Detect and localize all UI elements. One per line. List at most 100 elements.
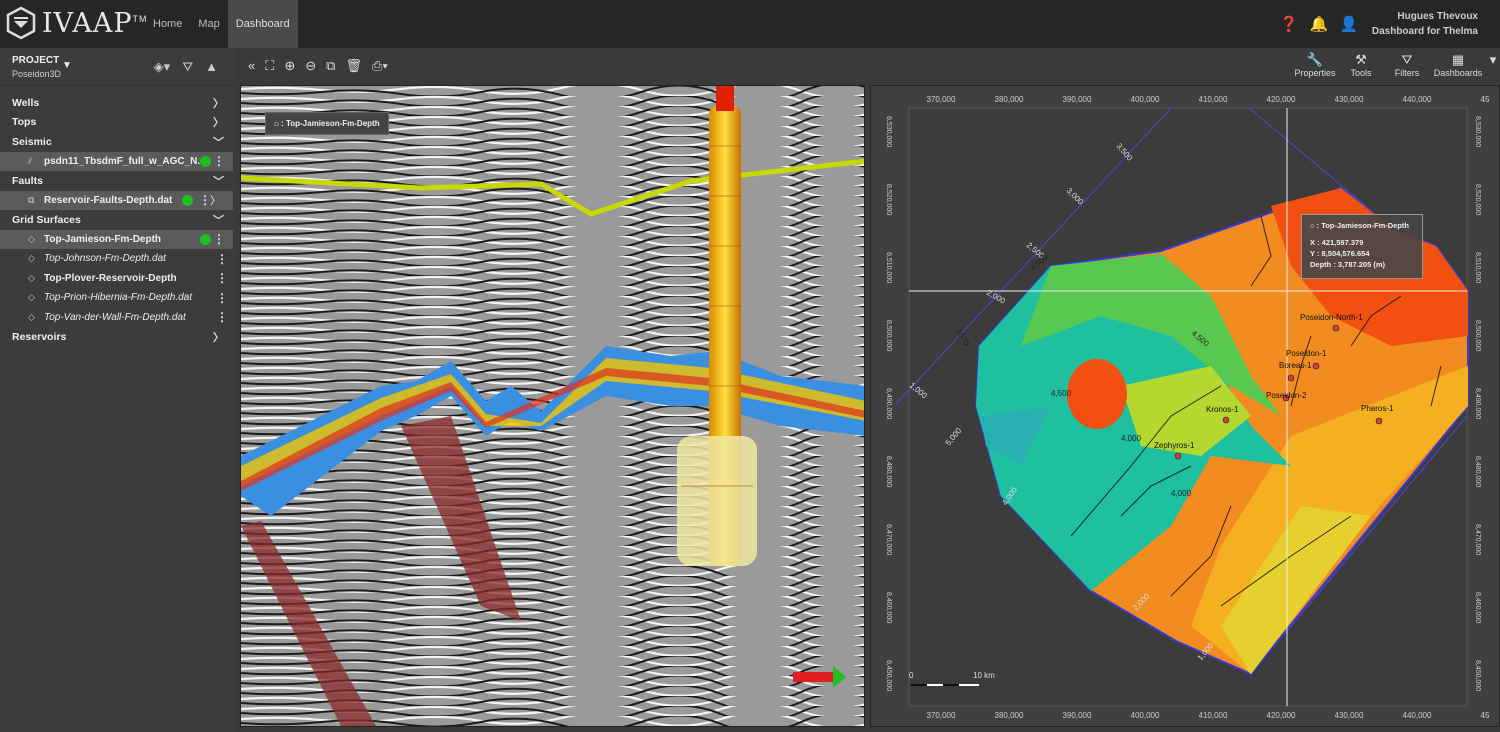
fault-icon: ⧉ (28, 194, 35, 205)
chevron-right-icon: 〉 (213, 97, 224, 110)
surface-label: ⌂ : Top-Jamieson-Fm-Depth (265, 112, 389, 135)
tree-section-wells[interactable]: Wells 〉 (0, 93, 236, 113)
tree-item-seismic[interactable]: ⫽ psdn11_TbsdmF_full_w_AGC_N... ⋮ (0, 151, 233, 171)
surface-icon: ◇ (28, 253, 35, 264)
nav-dashboard[interactable]: Dashboard (227, 0, 298, 48)
tools-button[interactable]: ⚒ Tools (1338, 52, 1384, 78)
more-icon[interactable]: ⋮ (213, 154, 225, 168)
x-tick-label: 45 (1481, 711, 1490, 720)
surface-icon: ◇ (28, 233, 35, 244)
more-icon[interactable]: ⋮ (216, 310, 228, 324)
dashboards-button[interactable]: ▦ Dashboards (1430, 52, 1486, 78)
tree-item-surface[interactable]: ◇ Top-Plover-Reservoir-Depth ⋮ (0, 269, 236, 289)
y-tick-label: 8,480,000 (885, 456, 892, 487)
nav-map[interactable]: Map (190, 0, 227, 48)
trash-icon[interactable]: 🗑 (345, 58, 362, 74)
more-icon[interactable]: ⋮ (216, 252, 228, 266)
tree-item-surface[interactable]: ◇ Top-Jamieson-Fm-Depth ⋮ (0, 229, 233, 249)
tree-item-surface[interactable]: ◇ Top-Prion-Hibernia-Fm-Depth.dat ⋮ (0, 288, 236, 308)
view-tools: « ⛶ ⊕ ⊖ ⧉ 🗑 ⎙▾ (248, 58, 388, 74)
collapse-up-icon[interactable]: ▲ (205, 59, 218, 75)
y-tick-label: 8,460,000 (1474, 592, 1481, 623)
chevron-right-icon: 〉 (213, 117, 224, 130)
well-label: Poseidon-1 (1286, 349, 1327, 358)
project-selector[interactable]: PROJECT Poseidon3D ▼ ◈▾ ⛛ ▲ (0, 48, 236, 86)
visible-indicator[interactable] (200, 155, 211, 167)
seismic-canvas[interactable] (241, 86, 865, 727)
app-logo[interactable]: IVAAPTM (6, 6, 148, 40)
x-tick-label: 370,000 (927, 711, 956, 720)
visible-indicator[interactable] (182, 194, 193, 206)
logo-icon (6, 6, 36, 40)
chevron-right-icon[interactable]: 〉 (210, 192, 221, 208)
nav-home[interactable]: Home (145, 0, 190, 48)
y-tick-label: 8,500,000 (1474, 320, 1481, 351)
chevron-right-icon: 〉 (213, 331, 224, 344)
filters-button[interactable]: ⛛ Filters (1384, 52, 1430, 78)
well-label: Kronos-1 (1206, 405, 1239, 414)
scale-end: 10 km (973, 671, 995, 680)
x-tick-label: 410,000 (1199, 711, 1228, 720)
tools-icon: ⚒ (1355, 52, 1367, 67)
map-view[interactable]: 370,000 380,000 390,000 400,000 410,000 420,0… (870, 85, 1500, 727)
filter-icon[interactable]: ⛛ (182, 59, 193, 75)
x-tick-label: 420,000 (1267, 711, 1296, 720)
zoom-box-icon[interactable]: ⧉ (326, 58, 335, 74)
user-dashboard: Dashboard for Thelma (1371, 26, 1478, 37)
zoom-in-icon[interactable]: ⊕ (284, 58, 295, 74)
tree-item-surface[interactable]: ◇ Top-Johnson-Fm-Depth.dat ⋮ (0, 249, 236, 269)
chevron-down-icon: ﹀ (213, 136, 224, 149)
toolbar-right: 🔧 Properties ⚒ Tools ⛛ Filters ▦ Dashboards … (1292, 52, 1500, 78)
tree-section-tops[interactable]: Tops 〉 (0, 113, 236, 133)
bell-icon[interactable]: 🔔 (1304, 15, 1334, 33)
well-label: Zephyros-1 (1154, 441, 1195, 450)
sidebar: PROJECT Poseidon3D ▼ ◈▾ ⛛ ▲ Wells 〉 Tops 〉… (0, 48, 236, 732)
chevron-down-icon[interactable]: ▼ (62, 60, 72, 71)
visible-indicator[interactable] (200, 233, 211, 245)
user-info[interactable]: Hugues Thevoux Dashboard for Thelma (1372, 9, 1478, 39)
seismic-3d-view[interactable]: ⌂ : Top-Jamieson-Fm-Depth (240, 85, 865, 727)
more-icon[interactable]: ⋮ (213, 232, 225, 246)
more-icon[interactable]: ⋮ (216, 271, 228, 285)
contour-label: 4,000 (1171, 489, 1192, 498)
well-marker (1287, 374, 1295, 382)
user-name: Hugues Thevoux (1397, 11, 1478, 22)
y-tick-label: 8,530,000 (1474, 116, 1481, 147)
dashboards-caret[interactable]: ▾ (1486, 52, 1500, 78)
x-tick-label: 440,000 (1403, 711, 1432, 720)
y-tick-label: 8,450,000 (1474, 660, 1481, 691)
contour-label: 4,000 (1121, 434, 1142, 443)
tree-section-reservoirs[interactable]: Reservoirs 〉 (0, 327, 236, 347)
tooltip-title: ⌂ : Top-Jamieson-Fm-Depth (1310, 221, 1409, 230)
x-tick-label: 420,000 (1267, 95, 1296, 104)
x-tick-label: 400,000 (1131, 95, 1160, 104)
x-tick-label: 400,000 (1131, 711, 1160, 720)
map-canvas[interactable]: 370,000 380,000 390,000 400,000 410,000 420,0… (871, 86, 1500, 727)
tree-section-grid-surfaces[interactable]: Grid Surfaces ﹀ (0, 210, 236, 230)
user-icon[interactable]: 👤 (1334, 15, 1364, 33)
main-nav: Home Map Dashboard (145, 0, 298, 48)
tree-section-faults[interactable]: Faults ﹀ (0, 171, 236, 191)
tree-item-surface[interactable]: ◇ Top-Van-der-Wall-Fm-Depth.dat ⋮ (0, 308, 236, 328)
zoom-fit-icon[interactable]: ⛶ (265, 58, 274, 74)
dashboard-toolbar: « ⛶ ⊕ ⊖ ⧉ 🗑 ⎙▾ 🔧 Properties ⚒ Tools ⛛ Filte… (236, 48, 1500, 84)
collapse-left-icon[interactable]: « (248, 58, 255, 74)
x-tick-label: 430,000 (1335, 711, 1364, 720)
more-icon[interactable]: ⋮ (216, 291, 228, 305)
print-icon[interactable]: ⎙▾ (372, 58, 388, 74)
layers-icon[interactable]: ◈▾ (154, 59, 171, 75)
y-tick-label: 8,490,000 (1474, 388, 1481, 419)
map-tooltip: ⌂ : Top-Jamieson-Fm-Depth X : 421,597.37… (1301, 214, 1423, 279)
well-marker (1222, 416, 1230, 424)
y-tick-label: 8,510,000 (1474, 252, 1481, 283)
contour-label: 4,500 (1051, 389, 1072, 398)
tree-section-seismic[interactable]: Seismic ﹀ (0, 132, 236, 152)
y-tick-label: 8,450,000 (885, 660, 892, 691)
y-tick-label: 8,530,000 (885, 116, 892, 147)
zoom-out-icon[interactable]: ⊖ (305, 58, 316, 74)
properties-button[interactable]: 🔧 Properties (1292, 52, 1338, 78)
top-right-controls: ❓ 🔔 👤 Hugues Thevoux Dashboard for Thelm… (1274, 0, 1500, 48)
help-icon[interactable]: ❓ (1274, 15, 1304, 33)
y-tick-label: 8,500,000 (885, 320, 892, 351)
tree-item-faults[interactable]: ⧉ Reservoir-Faults-Depth.dat ⋮ 〉 (0, 190, 233, 210)
